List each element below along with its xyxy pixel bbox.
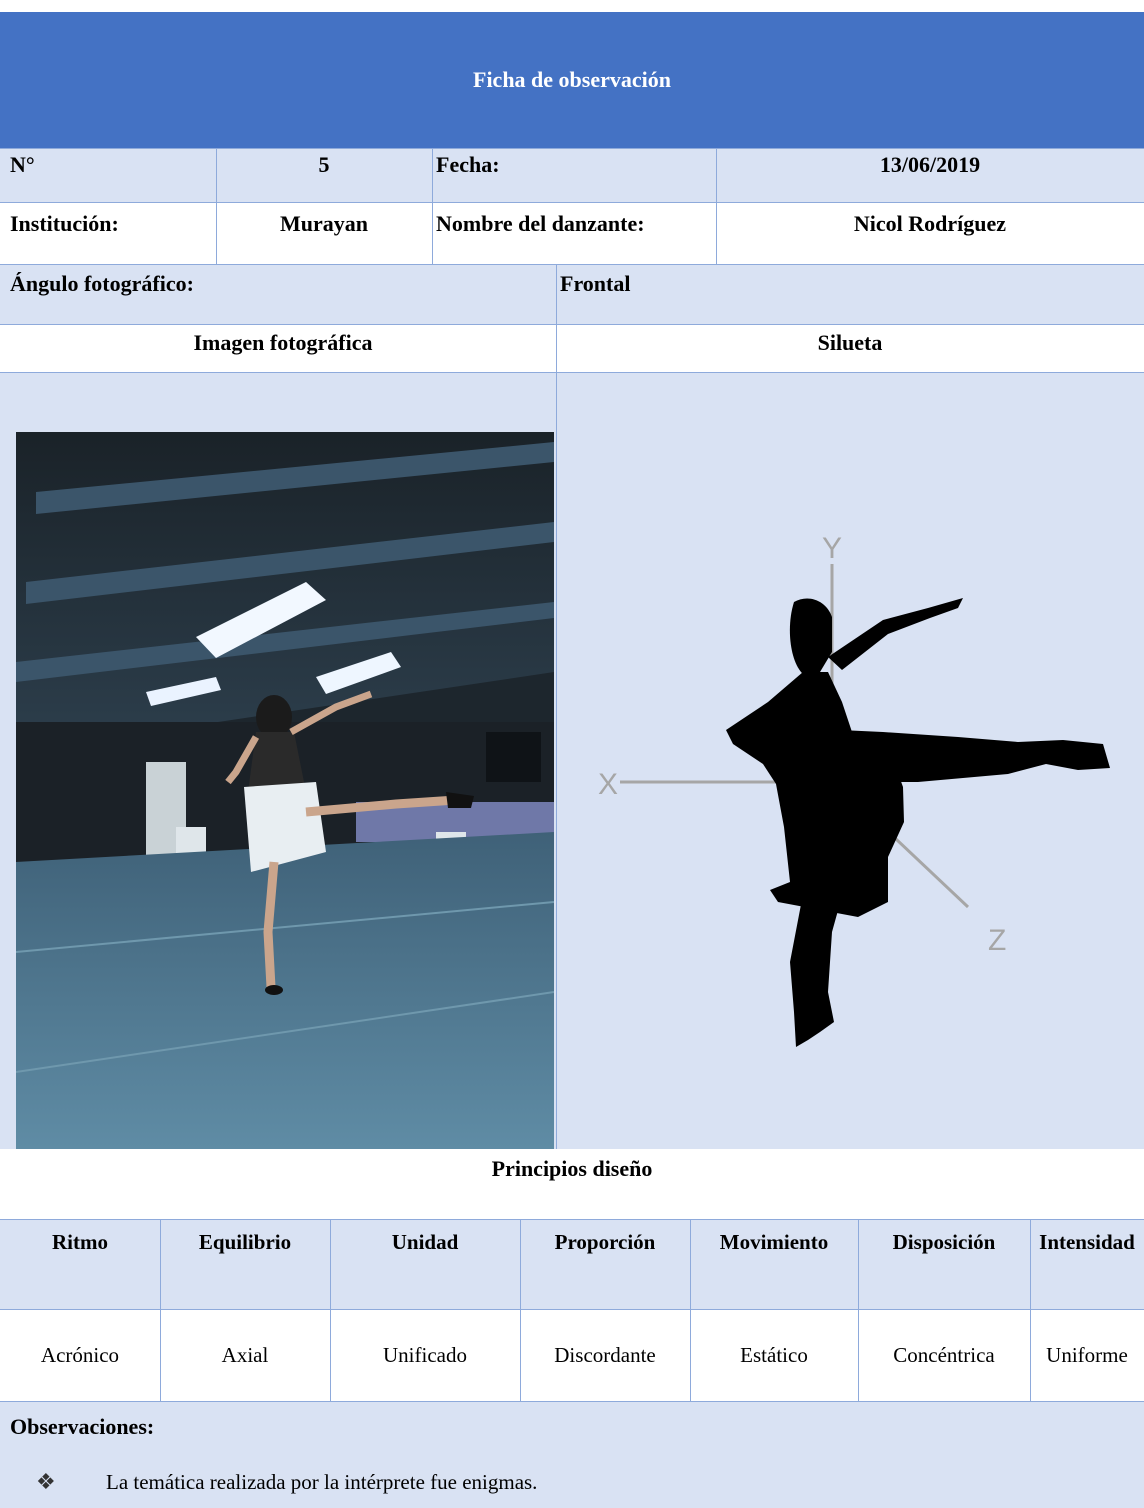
z-axis-label: Z — [988, 924, 1006, 957]
grid-line — [216, 148, 217, 264]
grid-line — [0, 324, 1144, 325]
institucion-value: Murayan — [280, 211, 368, 236]
y-axis-label: Y — [822, 532, 842, 565]
principio-value: Unificado — [383, 1342, 467, 1367]
principio-value: Discordante — [554, 1342, 656, 1367]
dancer-silhouette — [726, 598, 1110, 1047]
grid-line — [0, 148, 1144, 149]
institucion-label: Institución: — [10, 211, 119, 236]
numero-value: 5 — [318, 152, 330, 177]
principio-header: Movimiento — [719, 1229, 829, 1254]
principio-value: Concéntrica — [893, 1342, 995, 1367]
x-axis-label: X — [598, 768, 618, 801]
fecha-label: Fecha: — [436, 152, 500, 177]
principio-value: Uniforme — [1046, 1342, 1128, 1367]
diamond-bullet-icon: ❖ — [36, 1469, 56, 1495]
grid-line — [0, 372, 1144, 373]
observaciones-label: Observaciones: — [10, 1414, 155, 1439]
grid-line — [0, 1309, 1144, 1310]
principio-header: Proporción — [554, 1229, 656, 1254]
silhouette-figure: Y X Z — [598, 532, 1110, 1047]
principio-header: Ritmo — [52, 1229, 108, 1254]
imagen-header: Imagen fotográfica — [193, 330, 373, 355]
grid-line — [1030, 1219, 1031, 1401]
silueta-header: Silueta — [817, 330, 883, 355]
grid-line — [0, 1219, 1144, 1220]
grid-line — [330, 1219, 331, 1401]
fecha-value: 13/06/2019 — [879, 152, 981, 177]
principios-title: Principios diseño — [491, 1156, 653, 1181]
principio-header: Equilibrio — [198, 1229, 292, 1254]
principio-value: Estático — [740, 1342, 808, 1367]
grid-line — [690, 1219, 691, 1401]
observacion-item: ❖ La temática realizada por la intérpret… — [36, 1466, 1116, 1498]
dance-photograph — [16, 432, 554, 1149]
observacion-text: La temática realizada por la intérprete … — [106, 1469, 538, 1494]
danzante-value: Nicol Rodríguez — [853, 211, 1007, 236]
angulo-label: Ángulo fotográfico: — [10, 271, 194, 296]
grid-line — [716, 148, 717, 264]
grid-line — [556, 264, 557, 1149]
grid-line — [0, 1401, 1144, 1402]
form-title: Ficha de observación — [0, 12, 1144, 148]
principio-header: Unidad — [391, 1229, 459, 1254]
danzante-label: Nombre del danzante: — [436, 211, 645, 236]
principio-value: Axial — [221, 1342, 269, 1367]
principio-header: Disposición — [892, 1229, 996, 1254]
principio-value: Acrónico — [40, 1342, 120, 1367]
principio-header: Intensidad — [1039, 1229, 1135, 1254]
grid-line — [160, 1219, 161, 1401]
grid-line — [432, 148, 433, 264]
grid-line — [520, 1219, 521, 1401]
numero-label: N° — [10, 152, 35, 177]
grid-line — [0, 202, 1144, 203]
grid-line — [858, 1219, 859, 1401]
grid-line — [0, 264, 1144, 265]
angulo-value: Frontal — [560, 271, 631, 296]
